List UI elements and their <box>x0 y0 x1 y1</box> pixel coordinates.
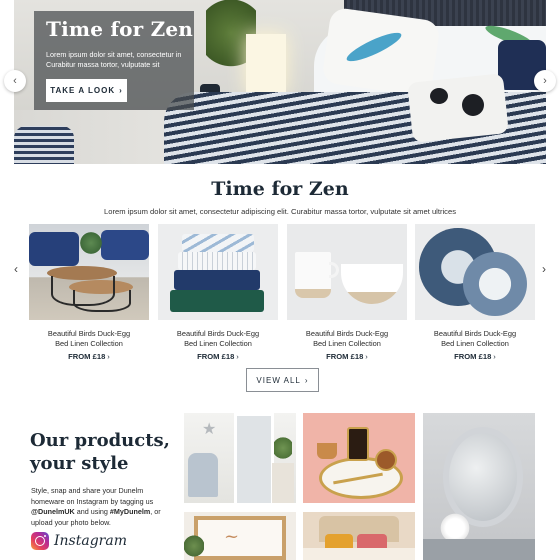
title-line: your style <box>30 453 129 474</box>
product-name[interactable]: Beautiful Birds Duck-Egg Bed Linen Colle… <box>158 329 278 349</box>
product-name-line: Beautiful Birds Duck-Egg <box>176 329 260 338</box>
photo-plant <box>274 433 292 463</box>
folded-towels-image[interactable] <box>158 224 278 320</box>
instagram-icon <box>31 532 49 550</box>
section-title: Time for Zen <box>211 178 349 200</box>
product-card[interactable]: Beautiful Birds Duck-Egg Bed Linen Colle… <box>158 224 278 361</box>
hero-title: Time for Zen <box>46 17 194 41</box>
product-price[interactable]: FROM £18 › <box>29 352 149 361</box>
chevron-right-icon: › <box>542 262 546 276</box>
hero-panda-eye <box>462 94 484 116</box>
page: Time for Zen Lorem ipsum dolor sit amet,… <box>0 0 560 560</box>
hero-next-button[interactable]: › <box>534 70 556 92</box>
instagram-photo[interactable] <box>423 413 535 560</box>
product-card[interactable]: Beautiful Birds Duck-Egg Bed Linen Colle… <box>287 224 407 361</box>
photo-plant <box>184 532 204 560</box>
product-name[interactable]: Beautiful Birds Duck-Egg Bed Linen Colle… <box>29 329 149 349</box>
photo-shelf <box>272 463 294 503</box>
product-price-text: FROM £18 <box>326 352 364 361</box>
mug-and-bowl-image[interactable] <box>287 224 407 320</box>
hero-description: Lorem ipsum dolor sit amet, consectetur … <box>46 50 182 69</box>
photo-glass <box>375 449 397 471</box>
chevron-right-icon: › <box>236 352 239 361</box>
hero-lamp <box>246 34 286 94</box>
product-price[interactable]: FROM £18 › <box>415 352 535 361</box>
view-all-button[interactable]: VIEW ALL › <box>246 368 319 392</box>
chevron-right-icon: › <box>119 86 123 95</box>
chevron-right-icon: › <box>107 352 110 361</box>
product-name-line: Bed Linen Collection <box>55 339 123 348</box>
nesting-coffee-tables-image[interactable] <box>29 224 149 320</box>
instagram-photo[interactable] <box>303 512 415 560</box>
product-name-line: Beautiful Birds Duck-Egg <box>47 329 131 338</box>
instagram-link[interactable]: Instagram <box>31 532 127 550</box>
hero-panda-cushion <box>407 73 509 143</box>
star-icon: ★ <box>202 421 217 438</box>
photo-cafetiere <box>347 427 369 461</box>
title-line: Our products, <box>30 430 170 451</box>
instagram-hashtag: #MyDunelm <box>109 507 151 516</box>
photo-chair <box>188 453 218 497</box>
product-card[interactable]: Beautiful Birds Duck-Egg Bed Linen Colle… <box>29 224 149 361</box>
product-name-line: Beautiful Birds Duck-Egg <box>433 329 517 338</box>
blue-plates-image[interactable] <box>415 224 535 320</box>
hero-chair <box>14 126 74 164</box>
product-price-text: FROM £18 <box>454 352 492 361</box>
product-name[interactable]: Beautiful Birds Duck-Egg Bed Linen Colle… <box>287 329 407 349</box>
photo-frame <box>194 516 286 560</box>
instagram-description: Style, snap and share your Dunelm homewa… <box>31 486 171 528</box>
photo-duvet <box>303 548 415 560</box>
instagram-photo[interactable]: ★ <box>184 413 296 503</box>
chevron-left-icon: ‹ <box>14 262 18 276</box>
product-price[interactable]: FROM £18 › <box>287 352 407 361</box>
product-name-line: Bed Linen Collection <box>313 339 381 348</box>
instagram-section-title: Our products, your style <box>30 429 180 475</box>
chevron-right-icon: › <box>543 75 547 87</box>
photo-cup <box>317 443 337 459</box>
hero-panda-ear <box>430 88 448 104</box>
chevron-left-icon: ‹ <box>13 75 17 87</box>
view-all-label: VIEW ALL <box>256 375 301 385</box>
take-a-look-button[interactable]: TAKE A LOOK › <box>46 79 127 102</box>
product-name[interactable]: Beautiful Birds Duck-Egg Bed Linen Colle… <box>415 329 535 349</box>
instagram-wordmark: Instagram <box>54 533 127 549</box>
photo-console <box>423 539 535 560</box>
description-text: and using <box>74 507 110 516</box>
product-name-line: Bed Linen Collection <box>441 339 509 348</box>
product-price[interactable]: FROM £18 › <box>158 352 278 361</box>
description-text: Style, snap and share your Dunelm homewa… <box>31 486 154 506</box>
section-subtitle: Lorem ipsum dolor sit amet, consectetur … <box>104 207 456 216</box>
product-card[interactable]: Beautiful Birds Duck-Egg Bed Linen Colle… <box>415 224 535 361</box>
chevron-right-icon: › <box>365 352 368 361</box>
photo-frame-lettering: ~ <box>224 526 240 547</box>
photo-door <box>234 413 274 503</box>
instagram-photo[interactable]: ~ <box>184 512 296 560</box>
carousel-prev-button[interactable]: ‹ <box>14 262 18 276</box>
instagram-photo[interactable] <box>303 413 415 503</box>
chevron-right-icon: › <box>493 352 496 361</box>
product-price-text: FROM £18 <box>197 352 235 361</box>
instagram-handle: @DunelmUK <box>31 507 75 516</box>
photo-mirror <box>443 427 523 527</box>
product-name-line: Beautiful Birds Duck-Egg <box>305 329 389 338</box>
chevron-right-icon: › <box>304 375 309 385</box>
carousel-next-button[interactable]: › <box>542 262 546 276</box>
product-price-text: FROM £18 <box>68 352 106 361</box>
product-name-line: Bed Linen Collection <box>184 339 252 348</box>
hero-prev-button[interactable]: ‹ <box>4 70 26 92</box>
take-a-look-label: TAKE A LOOK <box>50 86 116 95</box>
